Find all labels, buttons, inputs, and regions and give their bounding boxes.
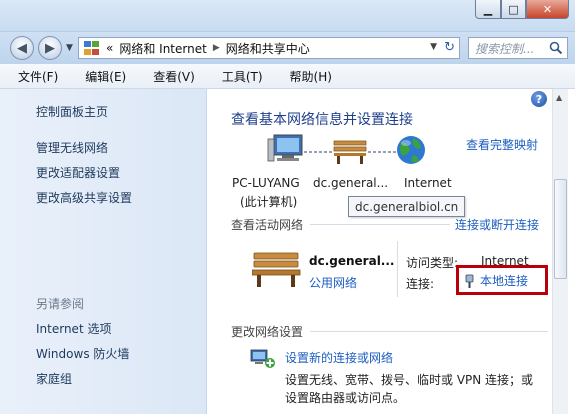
setup-connection-link[interactable]: 设置新的连接或网络 [285, 349, 393, 366]
main-content: ? 查看基本网络信息并设置连接 查看完整映射 PC-LUYANG (此计算机) … [208, 89, 575, 414]
minimize-button[interactable]: ▁ [475, 0, 501, 19]
vertical-divider [397, 241, 398, 297]
page-title: 查看基本网络信息并设置连接 [231, 112, 413, 128]
search-placeholder: 搜索控制... [475, 41, 535, 56]
ethernet-cable-icon [465, 274, 474, 288]
task-pane: 控制面板主页 管理无线网络 更改适配器设置 更改高级共享设置 另请参阅 Inte… [0, 89, 207, 414]
menu-tools[interactable]: 工具(T) [204, 68, 272, 85]
section-divider [310, 331, 548, 332]
active-networks-heading: 查看活动网络 [231, 218, 304, 232]
access-type-label: 访问类型: [406, 256, 459, 270]
connection-label: 连接: [406, 277, 435, 291]
recent-pages-dropdown[interactable]: ▼ [66, 43, 73, 53]
close-icon: ✕ [542, 2, 553, 16]
refresh-icon[interactable]: ↻ [444, 40, 455, 55]
title-bar: ▁ □ ✕ [0, 0, 575, 32]
control-panel-home-link[interactable]: 控制面板主页 [36, 103, 108, 120]
network-type-link[interactable]: 公用网络 [309, 274, 357, 291]
new-connection-icon [250, 349, 275, 368]
search-input[interactable]: 搜索控制... [468, 37, 568, 59]
address-dropdown-icon[interactable]: ▼ [430, 42, 437, 52]
menu-view[interactable]: 查看(V) [135, 68, 204, 85]
connect-disconnect-link[interactable]: 连接或断开连接 [455, 216, 539, 233]
section-divider [310, 224, 450, 225]
network-name: dc.general... [309, 254, 395, 268]
globe-icon[interactable] [397, 136, 425, 164]
close-button[interactable]: ✕ [526, 0, 569, 19]
menu-bar: 文件(F) 编辑(E) 查看(V) 工具(T) 帮助(H) [0, 64, 575, 89]
search-icon[interactable] [549, 41, 563, 55]
back-button[interactable]: ◀ [10, 36, 34, 60]
setup-description-line-1: 设置无线、宽带、拨号、临时或 VPN 连接；或 [285, 373, 534, 387]
back-arrow-icon: ◀ [17, 40, 27, 56]
local-connection-link[interactable]: 本地连接 [465, 272, 528, 289]
computer-sublabel: (此计算机) [240, 195, 298, 209]
breadcrumb-separator-icon[interactable]: ▶ [213, 43, 220, 53]
homegroup-link[interactable]: 家庭组 [36, 370, 72, 387]
minimize-icon: ▁ [483, 2, 493, 16]
forward-arrow-icon: ▶ [45, 40, 55, 56]
local-connection-label[interactable]: 本地连接 [480, 272, 528, 289]
address-bar[interactable]: « 网络和 Internet ▶ 网络和共享中心 ▼ ↻ [78, 37, 460, 59]
menu-edit[interactable]: 编辑(E) [67, 68, 135, 85]
scrollbar-thumb[interactable] [554, 179, 567, 279]
internet-node-label: Internet [404, 176, 452, 190]
help-icon[interactable]: ? [531, 91, 547, 107]
navigation-bar: ◀ ▶ ▼ « 网络和 Internet ▶ 网络和共享中心 ▼ ↻ 搜索控制.… [0, 32, 575, 64]
computer-icon[interactable] [267, 134, 303, 162]
setup-description-line-2: 设置路由器或访问点。 [285, 391, 406, 405]
change-adapter-link[interactable]: 更改适配器设置 [36, 164, 120, 181]
maximize-icon: □ [508, 2, 519, 16]
window-controls: ▁ □ ✕ [475, 0, 569, 19]
vertical-scrollbar[interactable]: ▲ [552, 89, 568, 414]
breadcrumb-network-internet[interactable]: 网络和 Internet [119, 40, 206, 57]
breadcrumb-sharing-center[interactable]: 网络和共享中心 [226, 40, 310, 57]
scroll-up-icon[interactable]: ▲ [556, 93, 562, 102]
bench-icon[interactable] [333, 140, 367, 164]
network-bench-icon [252, 252, 301, 287]
change-settings-heading: 更改网络设置 [231, 325, 304, 339]
internet-options-link[interactable]: Internet 选项 [36, 320, 111, 337]
network-name-tooltip: dc.generalbiol.cn [348, 196, 466, 217]
menu-file[interactable]: 文件(F) [0, 68, 67, 85]
windows-firewall-link[interactable]: Windows 防火墙 [36, 345, 129, 362]
network-node-label: dc.general... [313, 176, 389, 190]
manage-wireless-link[interactable]: 管理无线网络 [36, 139, 108, 156]
setup-description: 设置无线、宽带、拨号、临时或 VPN 连接；或 设置路由器或访问点。 [285, 371, 555, 407]
advanced-sharing-link[interactable]: 更改高级共享设置 [36, 189, 132, 206]
forward-button[interactable]: ▶ [38, 36, 62, 60]
maximize-button[interactable]: □ [501, 0, 526, 19]
breadcrumb-prefix[interactable]: « [106, 41, 113, 55]
menu-help[interactable]: 帮助(H) [272, 68, 341, 85]
computer-label: PC-LUYANG [232, 176, 300, 190]
control-panel-icon [84, 41, 100, 55]
see-also-heading: 另请参阅 [36, 297, 85, 311]
